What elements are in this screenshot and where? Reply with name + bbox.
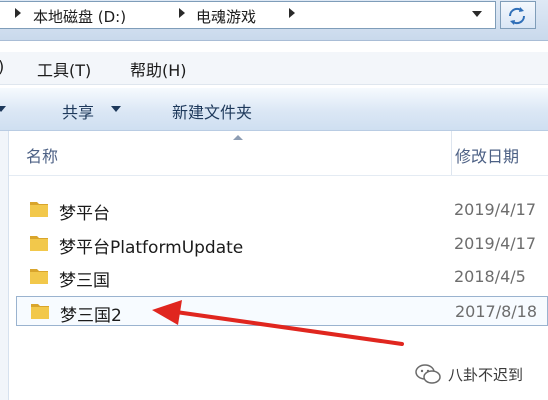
breadcrumb-separator-icon[interactable] [15,8,21,18]
column-header-date-modified[interactable]: 修改日期 [455,143,519,167]
share-dropdown-icon[interactable] [111,106,121,112]
column-header-name[interactable]: 名称 [26,143,58,167]
folder-icon [30,236,48,251]
refresh-icon [508,7,526,25]
address-bar[interactable]: 本地磁盘 (D:) 电魂游戏 [0,1,496,29]
refresh-button[interactable] [500,1,536,29]
file-list-area: 名称 修改日期 梦平台 2019/4/17 梦平台PlatformUpdate … [0,131,548,400]
sort-ascending-icon [233,135,243,140]
file-name: 梦三国2 [60,306,122,326]
command-bar: 共享 新建文件夹 [0,88,548,131]
breadcrumb-local-disk[interactable]: 本地磁盘 (D:) [33,6,126,27]
menu-item-help[interactable]: 帮助(H) [130,57,187,81]
file-name: 梦三国 [59,271,110,291]
watermark-text: 八卦不迟到 [448,366,524,384]
watermark: 八卦不迟到 [408,362,548,386]
menu-item-tools[interactable]: 工具(T) [37,57,91,81]
breadcrumb-separator-icon[interactable] [289,8,295,18]
file-modified-date: 2018/4/5 [454,267,526,286]
navigation-pane[interactable] [0,131,9,400]
file-name: 梦平台 [59,204,110,224]
file-row[interactable]: 梦平台PlatformUpdate 2019/4/17 [16,229,548,259]
file-row-selected[interactable]: 梦三国2 2017/8/18 [16,296,548,326]
column-divider[interactable] [451,131,452,175]
new-folder-button[interactable]: 新建文件夹 [172,99,252,123]
address-history-dropdown-icon[interactable] [472,11,482,17]
share-button[interactable]: 共享 [62,99,94,123]
file-modified-date: 2017/8/18 [455,302,538,321]
organize-dropdown-icon[interactable] [0,106,6,112]
folder-icon [31,304,49,319]
menu-item-view[interactable]: ) [0,57,4,76]
column-header-row: 名称 修改日期 [9,131,548,176]
file-modified-date: 2019/4/17 [454,234,537,253]
folder-icon [30,269,48,284]
file-modified-date: 2019/4/17 [454,200,537,219]
menu-bar: ) 工具(T) 帮助(H) [0,52,548,85]
wechat-icon [415,364,441,384]
breadcrumb-separator-icon[interactable] [179,8,185,18]
file-row[interactable]: 梦三国 2018/4/5 [16,262,548,292]
file-name: 梦平台PlatformUpdate [59,238,244,258]
address-strip: 本地磁盘 (D:) 电魂游戏 [0,0,548,41]
breadcrumb-game-folder[interactable]: 电魂游戏 [196,6,256,27]
folder-icon [30,202,48,217]
file-row[interactable]: 梦平台 2019/4/17 [16,195,548,225]
